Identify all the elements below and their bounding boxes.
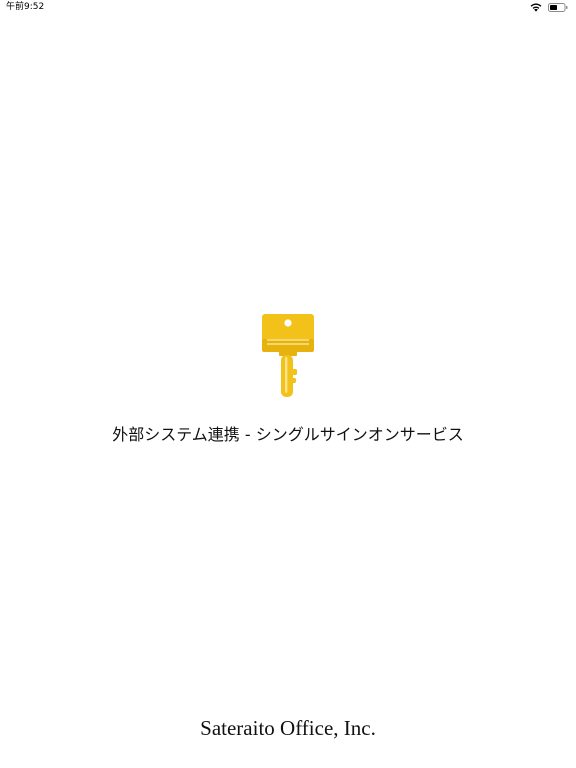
wifi-icon xyxy=(530,3,542,12)
status-bar: 午前9:52 xyxy=(0,0,576,14)
company-name: Sateraito Office, Inc. xyxy=(200,716,376,740)
status-time: 午前9:52 xyxy=(6,2,45,12)
status-indicators xyxy=(530,2,568,13)
app-title: 外部システム連携 - シングルサインオンサービス xyxy=(112,425,464,444)
battery-icon xyxy=(548,3,568,12)
key-icon xyxy=(262,314,314,397)
